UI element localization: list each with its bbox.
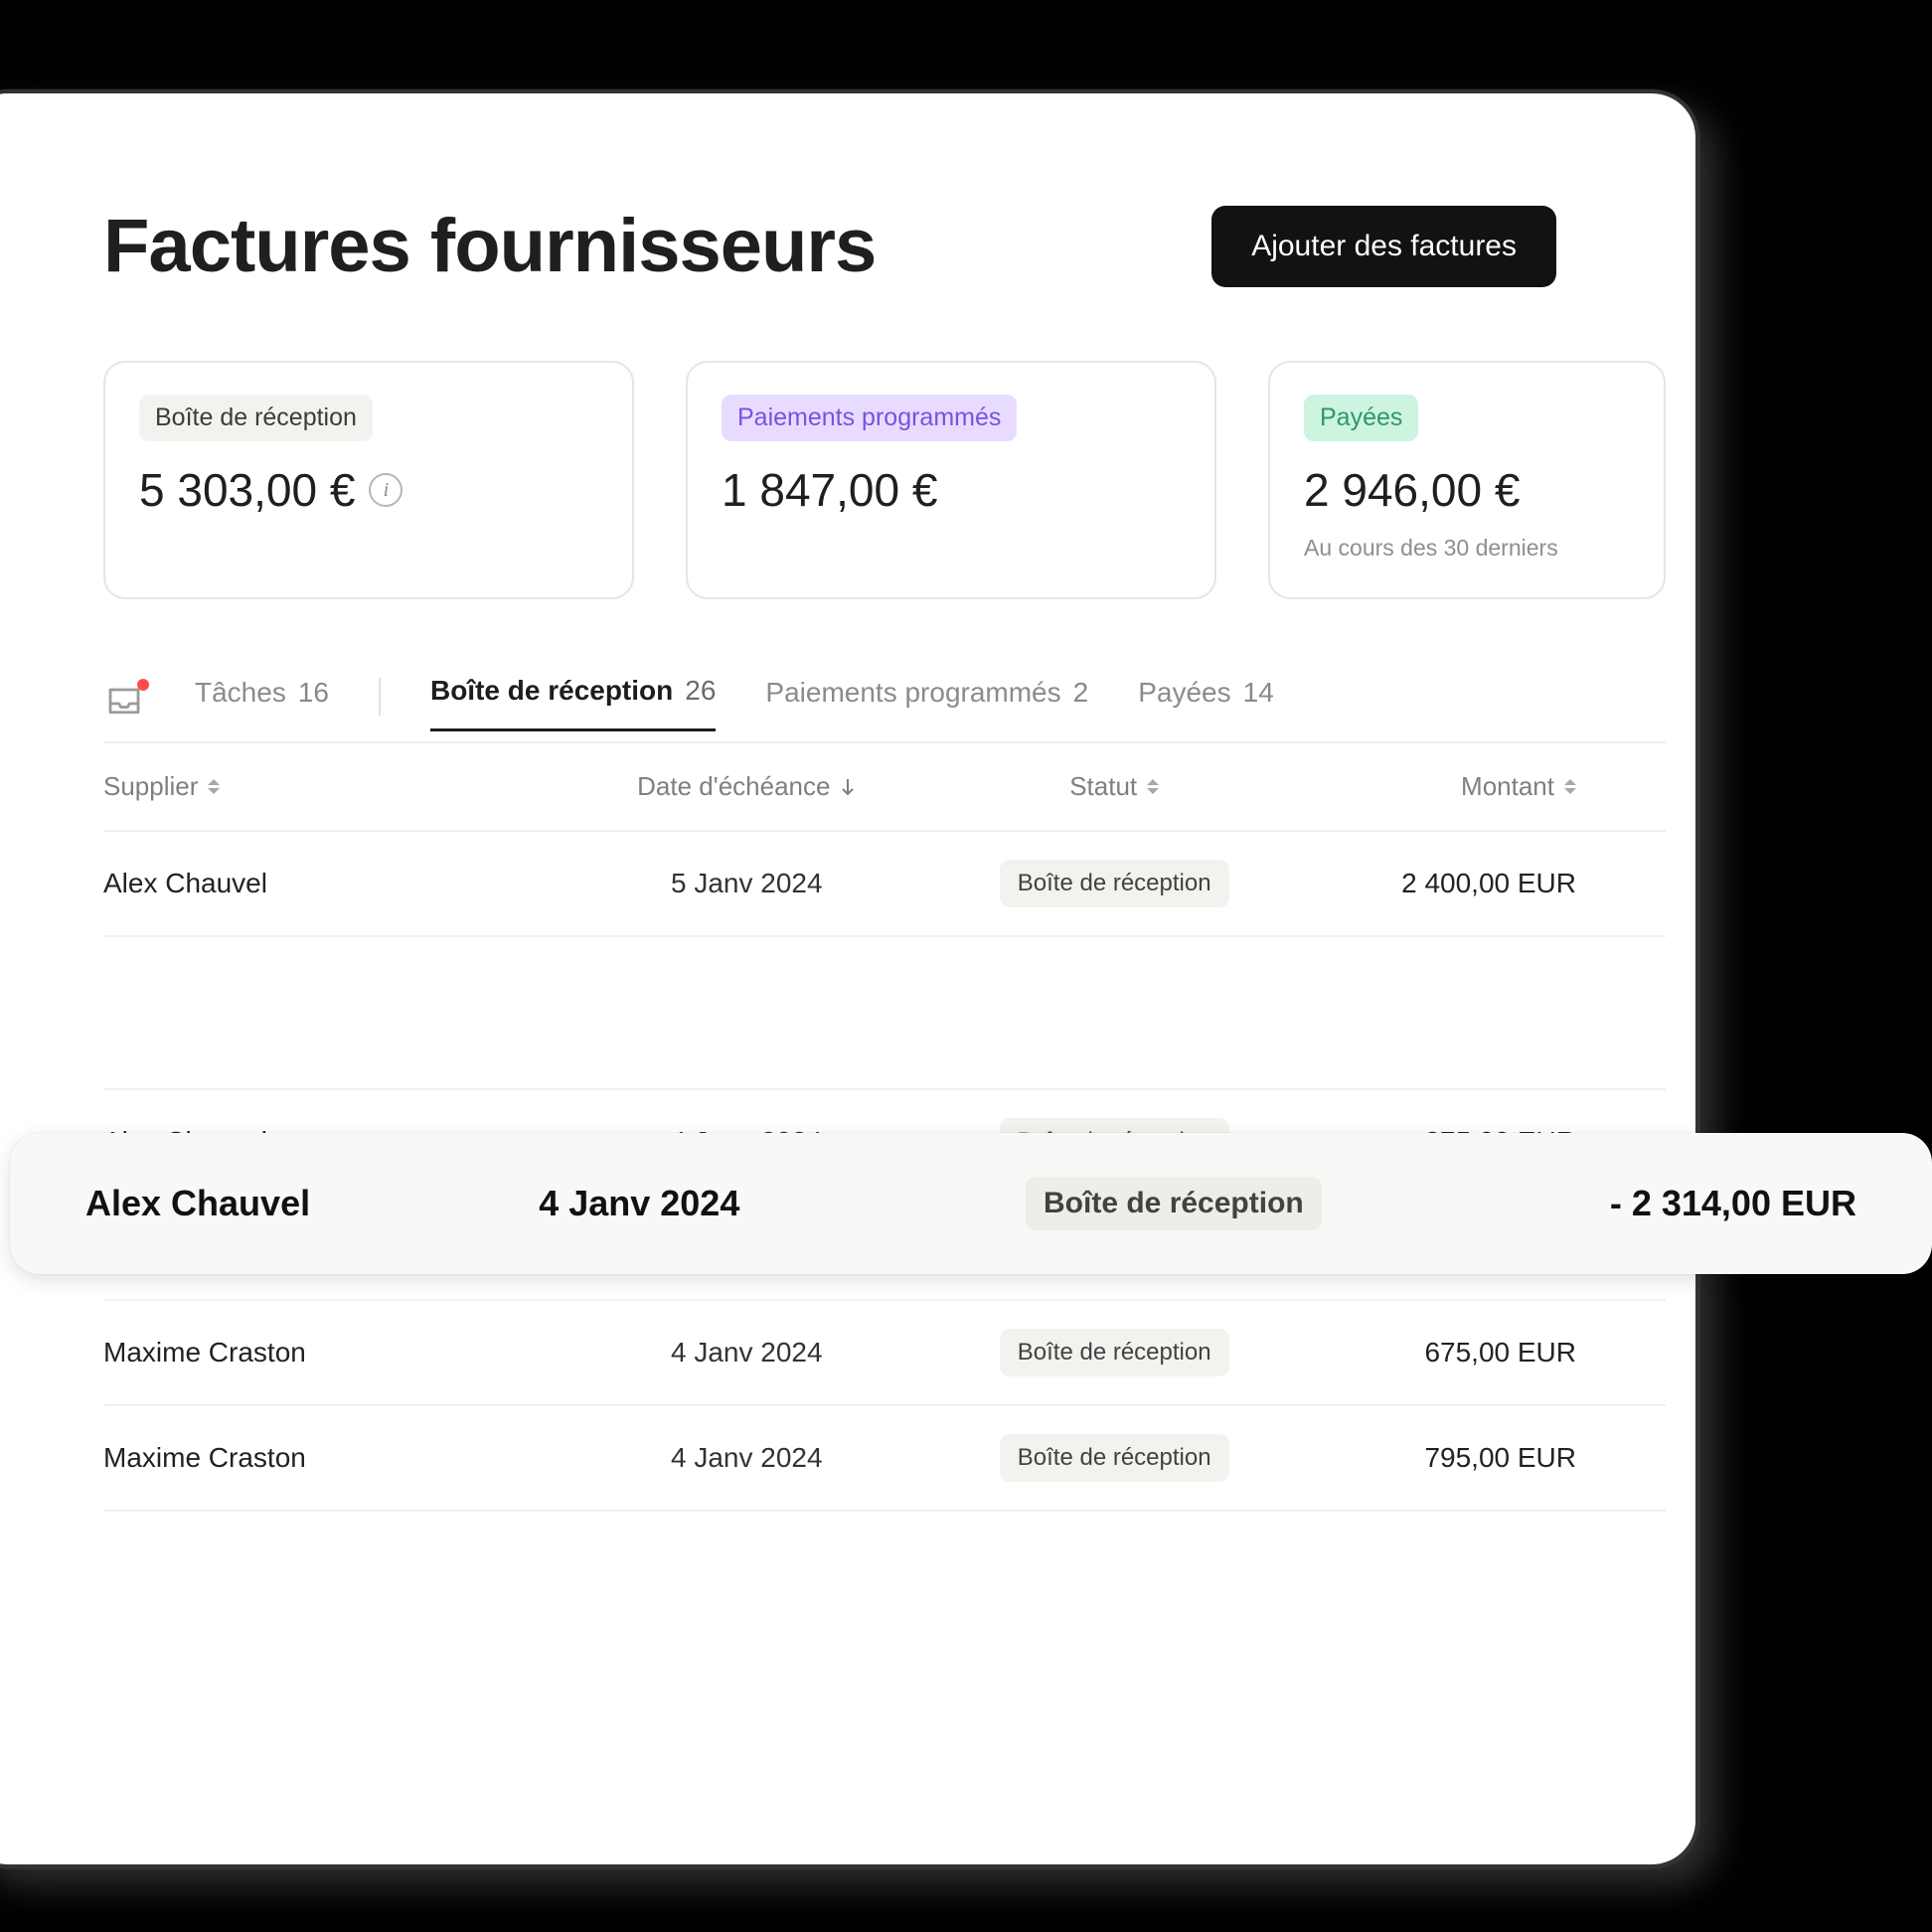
table-row[interactable]: Maxime Craston4 Janv 2024 Boîte de récept… bbox=[103, 1301, 1666, 1406]
summary-value-paid: 2 946,00 € bbox=[1304, 463, 1520, 517]
highlight-amount: - 2 314,00 EUR bbox=[1400, 1183, 1876, 1224]
notification-dot-icon bbox=[137, 679, 149, 691]
highlight-supplier: Alex Chauvel bbox=[85, 1183, 539, 1224]
tab-tasks-label: Tâches bbox=[195, 677, 286, 709]
th-amount[interactable]: Montant bbox=[1298, 771, 1666, 802]
inbox-tray-icon[interactable] bbox=[103, 683, 145, 724]
cell-supplier: Maxime Craston bbox=[103, 1337, 563, 1368]
th-status-label: Statut bbox=[1069, 771, 1137, 802]
tab-scheduled-count: 2 bbox=[1073, 677, 1089, 709]
cell-amount: 675,00 EUR bbox=[1298, 1337, 1666, 1368]
status-badge: Boîte de réception bbox=[1000, 1329, 1229, 1376]
sort-icon bbox=[208, 779, 220, 794]
cell-amount: 795,00 EUR bbox=[1298, 1442, 1666, 1474]
th-supplier-label: Supplier bbox=[103, 771, 198, 802]
th-amount-label: Montant bbox=[1461, 771, 1554, 802]
table-row[interactable]: Maxime Craston4 Janv 2024 Boîte de récept… bbox=[103, 1406, 1666, 1512]
th-status[interactable]: Statut bbox=[930, 771, 1298, 802]
tab-paid-count: 14 bbox=[1243, 677, 1274, 709]
cell-date: 4 Janv 2024 bbox=[563, 1337, 930, 1368]
tab-inbox-count: 26 bbox=[685, 675, 716, 707]
summary-chip-inbox: Boîte de réception bbox=[139, 395, 373, 441]
tab-paid[interactable]: Payées 14 bbox=[1138, 677, 1274, 730]
summary-note-paid: Au cours des 30 derniers bbox=[1304, 535, 1630, 562]
summary-chip-paid: Payées bbox=[1304, 395, 1418, 441]
table-header: Supplier Date d'échéance Statut Montant bbox=[103, 741, 1666, 832]
tabs-bar: Tâches 16 Boîte de réception 26 Paiement… bbox=[103, 675, 1666, 731]
arrow-down-icon bbox=[840, 778, 856, 796]
add-invoices-button[interactable]: Ajouter des factures bbox=[1211, 206, 1556, 287]
tab-tasks[interactable]: Tâches 16 bbox=[195, 677, 329, 730]
th-due-label: Date d'échéance bbox=[637, 771, 830, 802]
divider-icon bbox=[379, 678, 381, 716]
tab-scheduled[interactable]: Paiements programmés 2 bbox=[765, 677, 1088, 730]
highlighted-invoice-row[interactable]: Alex Chauvel 4 Janv 2024 Boîte de récept… bbox=[10, 1133, 1932, 1274]
status-badge: Boîte de réception bbox=[1000, 1434, 1229, 1482]
tab-inbox[interactable]: Boîte de réception 26 bbox=[430, 675, 716, 731]
sort-icon bbox=[1147, 779, 1159, 794]
cell-date: 4 Janv 2024 bbox=[563, 1442, 930, 1474]
summary-card-paid[interactable]: Payées 2 946,00 € Au cours des 30 dernie… bbox=[1268, 361, 1666, 599]
tab-scheduled-label: Paiements programmés bbox=[765, 677, 1060, 709]
cell-supplier: Alex Chauvel bbox=[103, 868, 563, 899]
summary-card-inbox[interactable]: Boîte de réception 5 303,00 € i bbox=[103, 361, 634, 599]
summary-card-scheduled[interactable]: Paiements programmés 1 847,00 € bbox=[686, 361, 1216, 599]
summary-chip-scheduled: Paiements programmés bbox=[722, 395, 1017, 441]
table-row[interactable]: Alex Chauvel5 Janv 2024 Boîte de réceptio… bbox=[103, 832, 1666, 937]
summary-value-inbox: 5 303,00 € bbox=[139, 463, 355, 517]
app-window: Factures fournisseurs Ajouter des factur… bbox=[0, 89, 1699, 1868]
summary-value-scheduled: 1 847,00 € bbox=[722, 463, 937, 517]
info-icon[interactable]: i bbox=[369, 473, 402, 507]
tab-paid-label: Payées bbox=[1138, 677, 1230, 709]
status-badge: Boîte de réception bbox=[1000, 860, 1229, 907]
cell-date: 5 Janv 2024 bbox=[563, 868, 930, 899]
th-supplier[interactable]: Supplier bbox=[103, 771, 563, 802]
cell-amount: 2 400,00 EUR bbox=[1298, 868, 1666, 899]
highlight-date: 4 Janv 2024 bbox=[539, 1183, 947, 1224]
cell-supplier: Maxime Craston bbox=[103, 1442, 563, 1474]
th-due-date[interactable]: Date d'échéance bbox=[563, 771, 930, 802]
page-title: Factures fournisseurs bbox=[103, 203, 876, 289]
highlight-status-badge: Boîte de réception bbox=[1026, 1177, 1322, 1230]
tab-tasks-count: 16 bbox=[298, 677, 329, 709]
sort-icon bbox=[1564, 779, 1576, 794]
tab-inbox-label: Boîte de réception bbox=[430, 675, 673, 707]
